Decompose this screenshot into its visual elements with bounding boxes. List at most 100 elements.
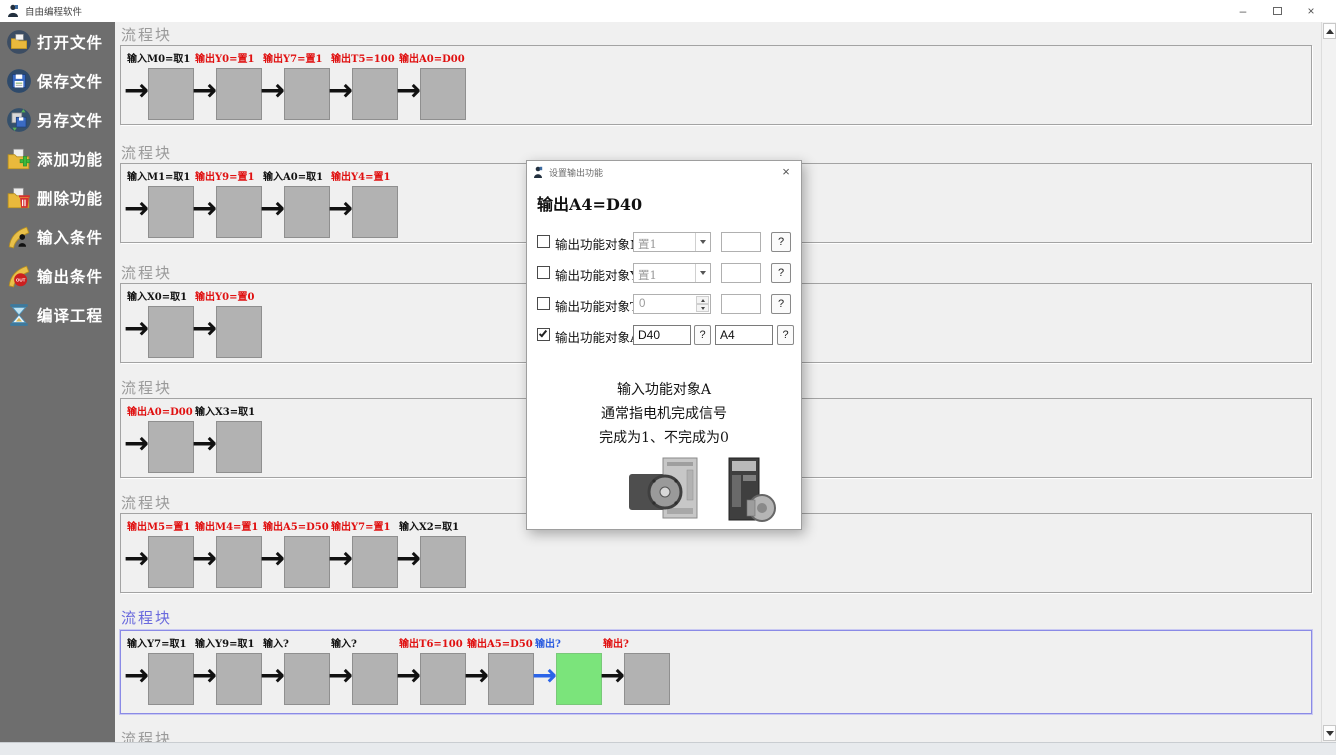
flow-step[interactable] (284, 68, 330, 120)
checkbox-y[interactable] (537, 266, 550, 279)
flow-step-selected[interactable] (556, 653, 602, 705)
maximize-button[interactable] (1260, 0, 1294, 22)
sidebar-item-save-as[interactable]: 另存文件 (0, 100, 115, 139)
a-axis-help-button[interactable]: ? (777, 325, 794, 345)
arrow-icon: → (464, 661, 489, 691)
block-label: 输入M1=取1 (127, 168, 190, 183)
t-help-button[interactable]: ? (771, 294, 791, 314)
compile-icon (6, 302, 32, 328)
spinner-down-button[interactable] (696, 304, 709, 312)
sidebar-item-add-function[interactable]: 添加功能 (0, 139, 115, 178)
dialog-close-button[interactable]: × (777, 164, 795, 180)
arrow-icon: → (192, 314, 217, 344)
flow-step[interactable] (216, 421, 262, 473)
window-titlebar: 自由编程软件 – × (0, 0, 1336, 22)
arrow-icon: → (600, 661, 625, 691)
flow-step[interactable] (284, 653, 330, 705)
sidebar-item-open-file[interactable]: 打开文件 (0, 22, 115, 61)
checkbox-a-checked[interactable] (537, 328, 550, 341)
flow-block: 输出Y7=置1 → (330, 514, 398, 592)
dialog-title: 设置输出功能 (549, 166, 603, 179)
m-number-field[interactable] (721, 232, 761, 252)
spinner-up-button[interactable] (696, 296, 709, 304)
output-object-m-label: 输出功能对象M (555, 234, 643, 253)
m-help-button[interactable]: ? (771, 232, 791, 252)
add-function-icon (6, 146, 32, 172)
a-target-help-button[interactable]: ? (694, 325, 711, 345)
vertical-scrollbar[interactable] (1321, 22, 1336, 742)
sidebar-item-output-condition[interactable]: OUT 输出条件 (0, 256, 115, 295)
sidebar-item-delete-function[interactable]: 删除功能 (0, 178, 115, 217)
flow-group-6-selected[interactable]: 输入Y7=取1 → 输入Y9=取1 → 输入? → 输入? → 输出T6=100 (120, 630, 1312, 714)
block-label: 输出A5=D50 (263, 518, 329, 533)
block-label: 输入Y9=取1 (195, 635, 254, 650)
flow-step[interactable] (148, 421, 194, 473)
flow-step[interactable] (284, 186, 330, 238)
flow-step[interactable] (148, 536, 194, 588)
y-mode-dropdown[interactable]: 置1 (633, 263, 711, 283)
servo-drive-image (719, 456, 779, 526)
sidebar-item-input-condition[interactable]: 输入条件 (0, 217, 115, 256)
checkbox-t[interactable] (537, 297, 550, 310)
window-title: 自由编程软件 (25, 4, 82, 18)
flow-step[interactable] (284, 536, 330, 588)
flow-group-1[interactable]: 输入M0=取1 → 输出Y0=置1 → 输出Y7=置1 → 输出T5=100 →… (120, 45, 1312, 125)
flow-step[interactable] (216, 536, 262, 588)
flow-step[interactable] (352, 536, 398, 588)
sidebar-item-compile[interactable]: 编译工程 (0, 295, 115, 334)
flow-step[interactable] (420, 68, 466, 120)
flow-step[interactable] (624, 653, 670, 705)
flow-group-header: 流程块 (121, 492, 172, 513)
sidebar-item-save-file[interactable]: 保存文件 (0, 61, 115, 100)
flow-step[interactable] (216, 186, 262, 238)
flow-block: 输出M4=置1 → (194, 514, 262, 592)
block-label: 输入X3=取1 (195, 403, 255, 418)
chevron-down-icon (695, 264, 710, 282)
flow-step[interactable] (148, 186, 194, 238)
flow-block: 输入M1=取1 → (126, 164, 194, 242)
flow-step[interactable] (420, 536, 466, 588)
flow-step[interactable] (420, 653, 466, 705)
checkbox-m[interactable] (537, 235, 550, 248)
flow-step[interactable] (488, 653, 534, 705)
arrow-icon: → (192, 544, 217, 574)
t-value-spinner[interactable]: 0 (633, 294, 711, 314)
flow-block: 输入? → (330, 631, 398, 713)
arrow-icon: → (192, 661, 217, 691)
svg-text:OUT: OUT (16, 277, 26, 282)
scroll-down-button[interactable] (1323, 725, 1336, 741)
flow-step[interactable] (216, 68, 262, 120)
output-object-m-row: 输出功能对象M 置1 ? (527, 231, 801, 253)
flow-step[interactable] (216, 653, 262, 705)
flow-step[interactable] (352, 68, 398, 120)
arrow-icon: → (124, 544, 149, 574)
arrow-icon: → (192, 429, 217, 459)
a-target-field[interactable] (633, 325, 691, 345)
a-axis-field[interactable] (715, 325, 773, 345)
t-number-field[interactable] (721, 294, 761, 314)
arrow-icon: → (260, 544, 285, 574)
block-label: 输出? (603, 635, 629, 650)
flow-step[interactable] (148, 653, 194, 705)
y-help-button[interactable]: ? (771, 263, 791, 283)
flow-step[interactable] (352, 653, 398, 705)
flow-step[interactable] (148, 68, 194, 120)
y-number-field[interactable] (721, 263, 761, 283)
spinner-down-icon (701, 307, 705, 310)
close-button[interactable]: × (1294, 0, 1328, 22)
flow-block: 输出? → (602, 631, 670, 713)
output-object-y-label: 输出功能对象Y (555, 265, 638, 284)
flow-block: 输出A0=D00 → (398, 46, 466, 124)
minimize-button[interactable]: – (1226, 0, 1260, 22)
flow-step[interactable] (216, 306, 262, 358)
block-label: 输入? (263, 635, 289, 650)
maximize-icon (1273, 7, 1282, 15)
flow-block: 输入Y7=取1 → (126, 631, 194, 713)
flow-step[interactable] (148, 306, 194, 358)
block-label: 输出Y0=置0 (195, 288, 254, 303)
block-label: 输出T6=100 (399, 635, 463, 650)
dialog-heading: 输出A4=D40 (537, 191, 642, 215)
m-mode-dropdown[interactable]: 置1 (633, 232, 711, 252)
flow-step[interactable] (352, 186, 398, 238)
scroll-up-button[interactable] (1323, 23, 1336, 39)
